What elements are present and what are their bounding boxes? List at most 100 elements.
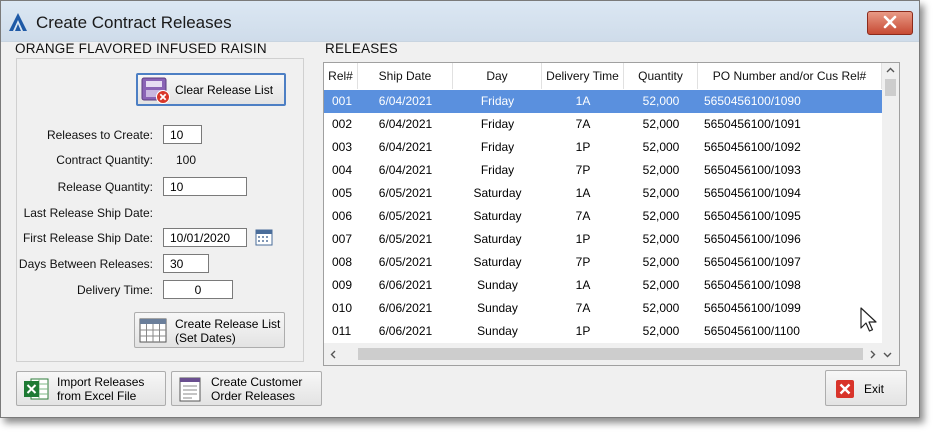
table-cell: Saturday — [473, 209, 522, 223]
clear-release-list-button[interactable]: Clear Release List — [136, 73, 286, 106]
close-button[interactable] — [867, 11, 913, 35]
window-title: Create Contract Releases — [36, 13, 232, 32]
table-cell: 5650456100/1093 — [704, 163, 801, 177]
column-header[interactable]: Quantity — [624, 63, 698, 89]
table-cell: 52,000 — [642, 140, 680, 154]
table-cell: 5650456100/1094 — [704, 186, 801, 200]
table-row[interactable]: 006 6/05/2021 Saturday 7A 52,000 5650456100/1… — [324, 205, 882, 228]
scroll-right-icon[interactable] — [870, 350, 876, 359]
table-cell: 008 — [332, 255, 353, 269]
mouse-cursor-icon — [860, 307, 877, 332]
table-cell: 52,000 — [642, 209, 680, 223]
column-header[interactable]: Day — [453, 63, 542, 89]
clear-list-icon — [141, 77, 170, 104]
table-cell: 52,000 — [642, 117, 680, 131]
delivery-time-label: Delivery Time: — [76, 283, 153, 297]
table-cell: 6/04/2021 — [378, 163, 433, 177]
table-cell: 009 — [332, 278, 353, 292]
table-row[interactable]: 011 6/06/2021 Sunday 1P 52,000 5650456100/110… — [324, 320, 882, 343]
first-release-ship-date-input[interactable]: 10/01/2020 — [163, 228, 247, 247]
table-cell: 007 — [332, 232, 353, 246]
create-customer-orders-button[interactable]: Create Customer Order Releases — [171, 371, 322, 406]
vertical-scroll-thumb[interactable] — [885, 79, 896, 96]
release-quantity-label: Release Quantity: — [57, 180, 153, 194]
order-releases-label: Order Releases — [211, 389, 296, 403]
table-row[interactable]: 005 6/05/2021 Saturday 1A 52,000 5650456100/1… — [324, 182, 882, 205]
scroll-left-icon[interactable] — [330, 350, 336, 359]
table-row[interactable]: 007 6/05/2021 Saturday 1P 52,000 5650456100/1… — [324, 228, 882, 251]
table-cell: Sunday — [477, 278, 518, 292]
table-cell: 52,000 — [642, 94, 680, 108]
order-document-icon — [179, 377, 201, 402]
table-cell: 003 — [332, 140, 353, 154]
table-cell: 7P — [575, 255, 591, 269]
table-cell: Saturday — [473, 232, 522, 246]
table-row[interactable]: 001 6/04/2021 Friday 1A 52,000 5650456100/109… — [324, 90, 882, 113]
table-cell: 005 — [332, 186, 353, 200]
table-cell: 011 — [332, 324, 352, 338]
create-release-list-button[interactable]: Create Release List (Set Dates) — [134, 312, 285, 348]
table-cell: 52,000 — [642, 163, 680, 177]
table-cell: 6/04/2021 — [378, 117, 433, 131]
table-cell: 7A — [575, 301, 591, 315]
table-cell: 5650456100/1098 — [704, 278, 801, 292]
table-cell: 1A — [575, 186, 591, 200]
table-cell: 004 — [332, 163, 353, 177]
first-release-ship-date-label: First Release Ship Date: — [22, 231, 153, 245]
table-cell: 6/06/2021 — [378, 324, 433, 338]
table-row[interactable]: 004 6/04/2021 Friday 7P 52,000 5650456100/109… — [324, 159, 882, 182]
table-row[interactable]: 009 6/06/2021 Sunday 1A 52,000 5650456100/109… — [324, 274, 882, 297]
table-cell: 5650456100/1099 — [704, 301, 801, 315]
days-between-releases-input[interactable]: 30 — [163, 254, 209, 273]
releases-to-create-label: Releases to Create: — [46, 128, 153, 142]
table-cell: 002 — [332, 117, 353, 131]
contract-releases-window: Create Contract Releases ORANGE FLAVORED… — [0, 0, 920, 418]
table-row[interactable]: 003 6/04/2021 Friday 1P 52,000 5650456100/109… — [324, 136, 882, 159]
table-cell: 5650456100/1095 — [704, 209, 801, 223]
import-releases-button[interactable]: Import Releases from Excel File — [16, 371, 166, 406]
table-cell: Friday — [480, 163, 515, 177]
table-row[interactable]: 002 6/04/2021 Friday 7A 52,000 5650456100/109… — [324, 113, 882, 136]
release-quantity-input[interactable]: 10 — [163, 177, 247, 196]
table-cell: 52,000 — [642, 324, 680, 338]
scroll-down-icon[interactable] — [883, 352, 892, 358]
scroll-up-icon[interactable] — [886, 67, 895, 73]
table-cell: 1P — [575, 324, 591, 338]
table-cell: 006 — [332, 209, 353, 223]
table-row[interactable]: 010 6/06/2021 Sunday 7A 52,000 5650456100/109… — [324, 297, 882, 320]
calendar-icon[interactable] — [255, 228, 273, 246]
set-dates-label: (Set Dates) — [175, 331, 236, 345]
exit-button[interactable]: Exit — [825, 370, 907, 406]
close-icon — [883, 15, 897, 29]
days-between-releases-label: Days Between Releases: — [18, 257, 153, 271]
last-release-ship-date-label: Last Release Ship Date: — [23, 206, 153, 220]
table-row[interactable]: 008 6/05/2021 Saturday 7P 52,000 5650456100/1… — [324, 251, 882, 274]
table-cell: 6/05/2021 — [378, 186, 433, 200]
releases-heading: RELEASES — [325, 41, 398, 56]
column-header[interactable]: PO Number and/or Cus Rel# — [698, 63, 882, 89]
excel-icon — [24, 378, 49, 400]
releases-table[interactable]: Rel# Ship Date Day Delivery Time Quantity PO … — [323, 62, 900, 366]
from-excel-label: from Excel File — [57, 389, 137, 403]
table-cell: Sunday — [477, 324, 518, 338]
table-cell: 7A — [575, 117, 591, 131]
horizontal-scrollbar[interactable] — [324, 343, 899, 365]
vertical-scrollbar[interactable] — [882, 63, 899, 343]
releases-to-create-input[interactable]: 10 — [163, 125, 202, 144]
column-header[interactable]: Rel# — [324, 63, 358, 89]
table-cell: Sunday — [477, 301, 518, 315]
table-cell: 5650456100/1097 — [704, 255, 801, 269]
table-cell: 52,000 — [642, 278, 680, 292]
table-cell: 5650456100/1096 — [704, 232, 801, 246]
delivery-time-input[interactable]: 0 — [163, 280, 233, 299]
table-cell: 5650456100/1100 — [704, 324, 800, 338]
horizontal-scroll-thumb[interactable] — [358, 348, 863, 360]
table-cell: Saturday — [473, 186, 522, 200]
exit-icon — [836, 380, 854, 398]
column-header[interactable]: Ship Date — [358, 63, 453, 89]
table-cell: 52,000 — [642, 186, 680, 200]
column-header[interactable]: Delivery Time — [542, 63, 624, 89]
create-release-list-label: Create Release List — [175, 317, 281, 331]
table-cell: 5650456100/1090 — [704, 94, 801, 108]
table-cell: 6/04/2021 — [378, 94, 433, 108]
